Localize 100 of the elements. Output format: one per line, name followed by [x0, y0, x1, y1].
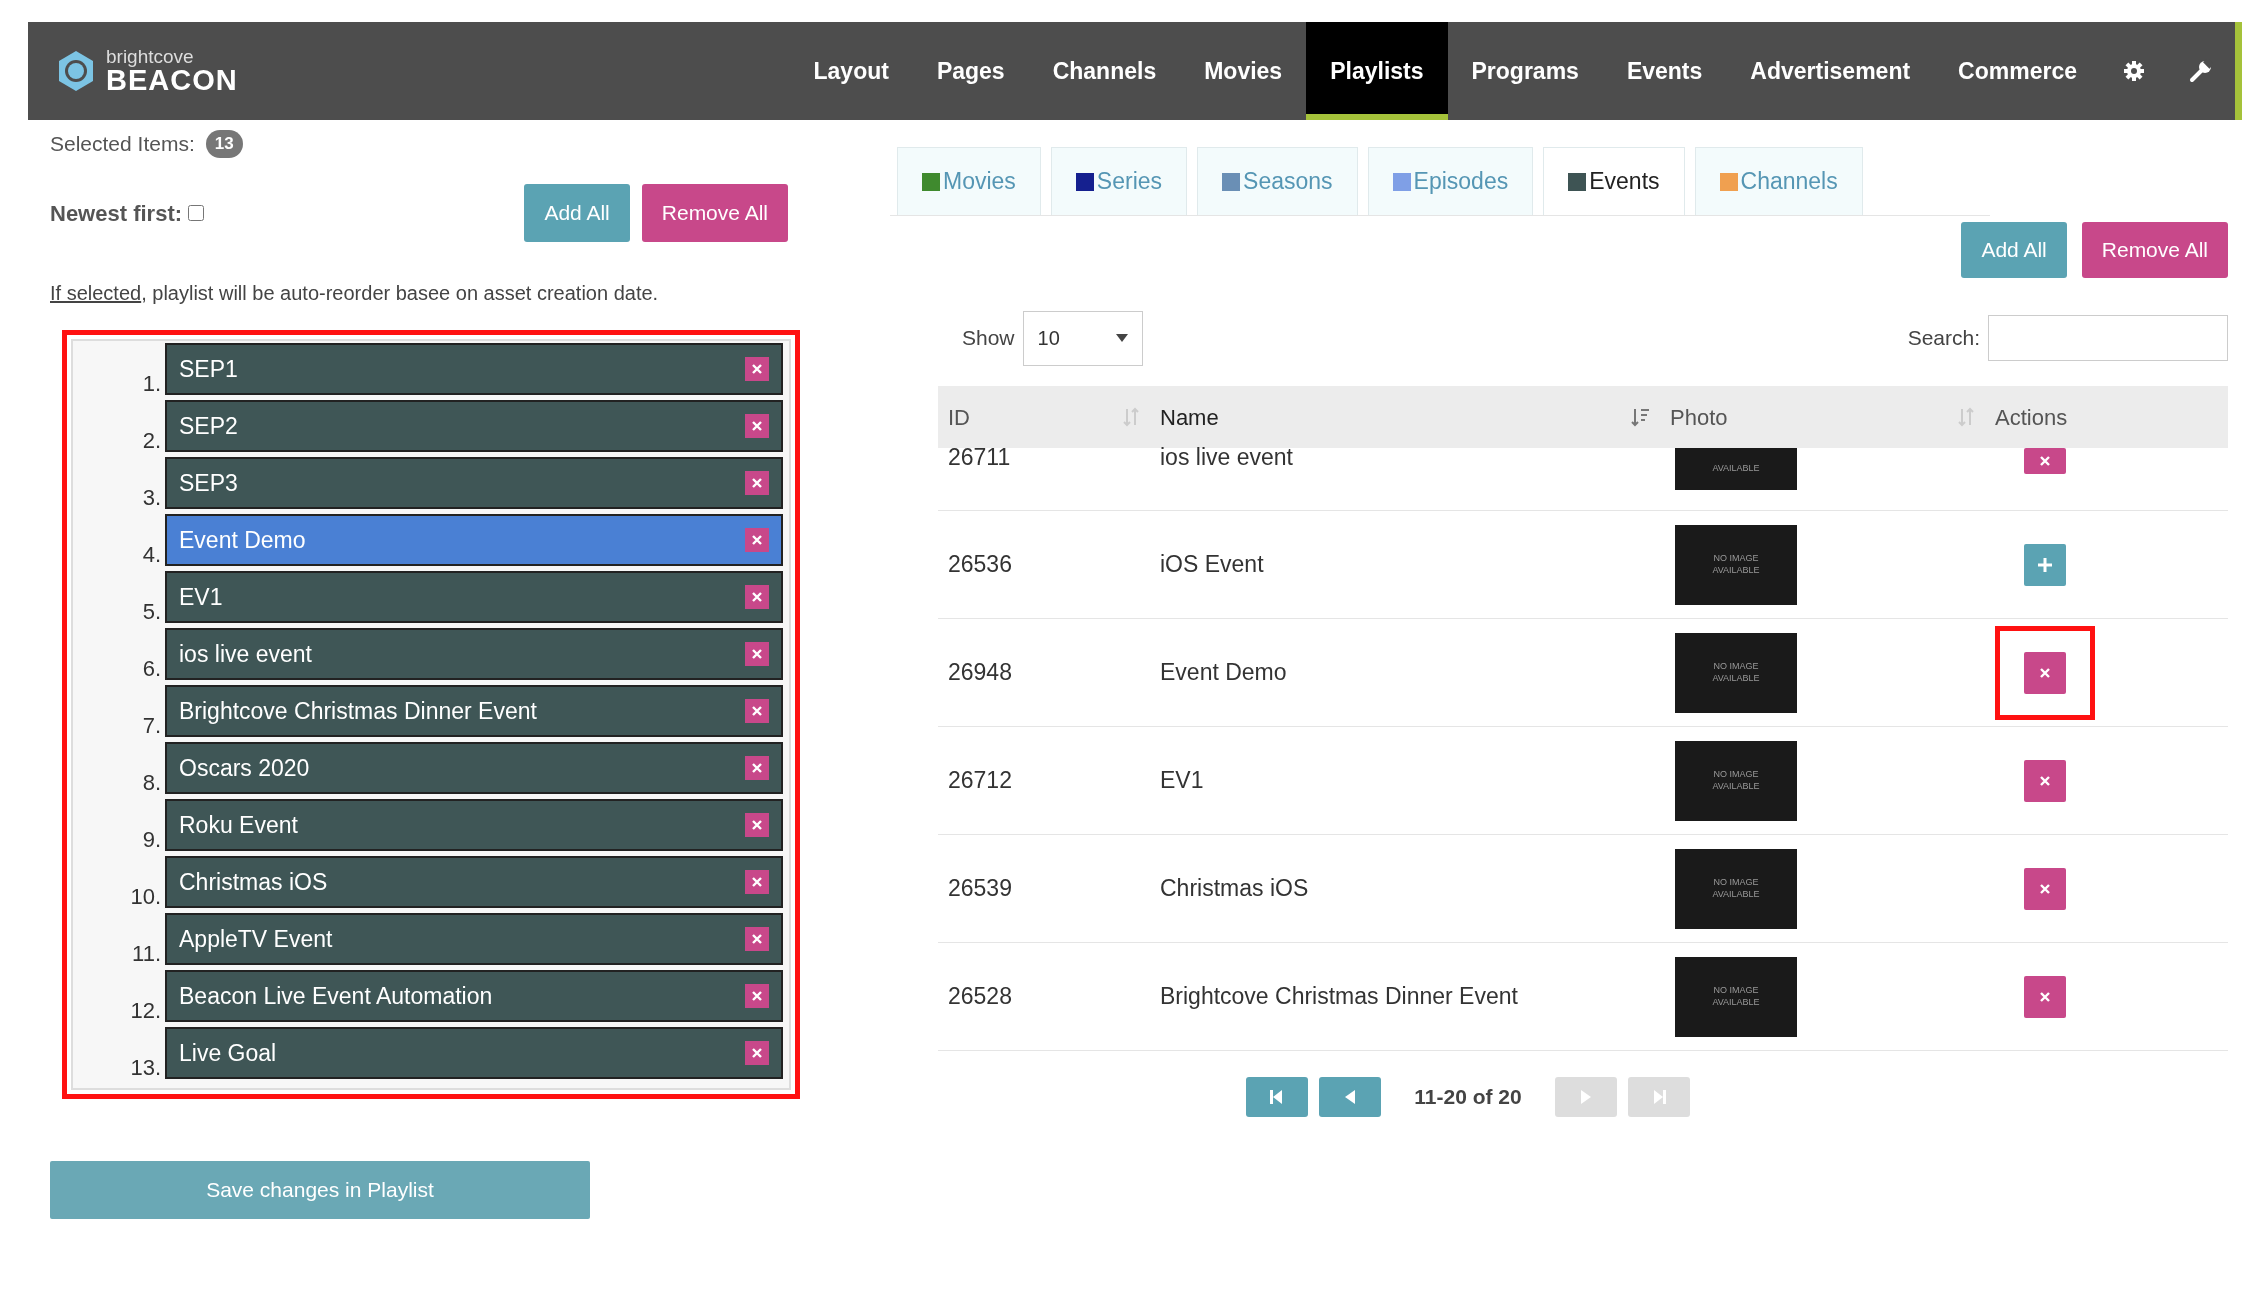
remove-item-button[interactable]: [745, 870, 769, 894]
close-icon: [2039, 455, 2051, 467]
playlist-item[interactable]: EV1: [165, 571, 783, 623]
name-cell: ios live event: [1160, 446, 1293, 469]
if-selected-link[interactable]: If selected: [50, 282, 142, 304]
newest-first-checkbox[interactable]: [188, 205, 205, 221]
item-number: 2.: [141, 430, 162, 452]
item-number: 5.: [141, 601, 162, 623]
brand-name: BEACON: [106, 66, 238, 95]
playlist-item[interactable]: Brightcove Christmas Dinner Event: [165, 685, 783, 737]
close-icon: [2039, 666, 2051, 679]
item-title: Oscars 2020: [179, 753, 310, 783]
prev-page-button[interactable]: [1319, 1077, 1382, 1117]
nav-link[interactable]: Commerce: [1934, 22, 2101, 120]
remove-item-button[interactable]: [745, 357, 769, 381]
no-image-text: NO IMAGE AVAILABLE: [1711, 984, 1761, 1009]
id-cell: 26711: [948, 446, 1011, 469]
remove-button[interactable]: [2024, 759, 2066, 802]
item-number: 4.: [141, 544, 162, 566]
add-button[interactable]: [2024, 543, 2066, 586]
playlist-item[interactable]: Live Goal: [165, 1027, 783, 1079]
close-icon: [751, 876, 763, 888]
remove-item-button[interactable]: [745, 756, 769, 780]
remove-all-button[interactable]: Remove All: [2081, 222, 2228, 278]
item-number: 1.: [141, 373, 162, 395]
item-title: Brightcove Christmas Dinner Event: [179, 696, 537, 726]
remove-item-button[interactable]: [745, 414, 769, 438]
column-header[interactable]: ID: [938, 400, 1150, 434]
playlist-item[interactable]: Event Demo: [165, 514, 783, 566]
remove-item-button[interactable]: [745, 927, 769, 951]
playlist-item[interactable]: SEP3: [165, 457, 783, 509]
close-icon: [751, 534, 763, 546]
remove-button[interactable]: [2024, 975, 2066, 1018]
remove-item-button[interactable]: [745, 642, 769, 666]
nav-link[interactable]: Channels: [1028, 22, 1181, 120]
nav-link[interactable]: Pages: [912, 22, 1029, 120]
nav-link[interactable]: Movies: [1180, 22, 1307, 120]
selected-items-label: Selected Items:: [50, 131, 195, 158]
playlist-item[interactable]: AppleTV Event: [165, 913, 783, 965]
playlist-item[interactable]: Beacon Live Event Automation: [165, 970, 783, 1022]
search-label: Search:: [1907, 325, 1980, 352]
item-number: 6.: [141, 658, 162, 680]
item-number: 12.: [129, 1000, 162, 1022]
close-icon: [751, 819, 763, 831]
no-image-text: NO IMAGE AVAILABLE: [1711, 876, 1761, 901]
nav-link[interactable]: Layout: [789, 22, 913, 120]
close-icon: [751, 648, 763, 660]
playlist-item[interactable]: ios live event: [165, 628, 783, 680]
item-title: Christmas iOS: [179, 867, 328, 897]
tab[interactable]: Events: [1543, 147, 1685, 215]
search-field[interactable]: [1988, 315, 2228, 361]
item-number: 7.: [141, 715, 162, 737]
brand-subtitle: brightcove: [106, 47, 195, 66]
playlist-item[interactable]: Christmas iOS: [165, 856, 783, 908]
item-title: EV1: [179, 582, 223, 612]
remove-item-button[interactable]: [745, 1041, 769, 1065]
name-cell-text: iOS Event: [1160, 550, 1264, 580]
item-number: 3.: [141, 487, 162, 509]
remove-button[interactable]: [2024, 448, 2066, 474]
item-title: Beacon Live Event Automation: [179, 981, 493, 1011]
id-cell-text: 26948: [948, 658, 1012, 688]
playlist-item[interactable]: SEP1: [165, 343, 783, 395]
column-header[interactable]: Photo: [1660, 400, 1985, 434]
nav-link[interactable]: Advertisement: [1726, 22, 1935, 120]
item-title: SEP2: [179, 411, 238, 441]
close-icon: [751, 477, 763, 489]
playlist-item[interactable]: SEP2: [165, 400, 783, 452]
nav-link[interactable]: Programs: [1447, 22, 1603, 120]
remove-item-button[interactable]: [745, 585, 769, 609]
remove-item-button[interactable]: [745, 699, 769, 723]
remove-item-button[interactable]: [745, 984, 769, 1008]
remove-button[interactable]: [2024, 867, 2066, 910]
close-icon: [751, 990, 763, 1002]
playlist-item[interactable]: Roku Event: [165, 799, 783, 851]
item-title: SEP1: [179, 354, 238, 384]
page-size-select[interactable]: 10: [1022, 310, 1143, 366]
nav-link[interactable]: Events: [1602, 22, 1727, 120]
remove-item-button[interactable]: [745, 813, 769, 837]
close-icon: [751, 420, 763, 432]
item-title: SEP3: [179, 468, 238, 498]
column-header[interactable]: Actions: [1985, 400, 2228, 434]
column-header[interactable]: Name: [1150, 400, 1660, 434]
no-image-text: AVAILABLE: [1712, 463, 1760, 475]
remove-all-button[interactable]: Remove All: [641, 184, 788, 242]
playlist-item[interactable]: Oscars 2020: [165, 742, 783, 794]
close-icon: [2039, 774, 2051, 787]
id-cell-text: 26528: [948, 982, 1012, 1012]
nav-link[interactable]: Playlists: [1306, 22, 1448, 120]
id-cell-text: 26712: [948, 766, 1012, 796]
no-image-text: NO IMAGE AVAILABLE: [1711, 768, 1761, 793]
plus-icon: [2037, 556, 2053, 573]
remove-item-button[interactable]: [745, 528, 769, 552]
remove-item-button[interactable]: [745, 471, 769, 495]
item-number: 10.: [129, 886, 162, 908]
item-title: AppleTV Event: [179, 924, 333, 954]
first-page-button[interactable]: [1246, 1077, 1309, 1117]
name-cell-text: Christmas iOS: [1160, 874, 1309, 904]
no-image-text: NO IMAGE AVAILABLE: [1711, 660, 1761, 685]
item-number: 8.: [141, 772, 162, 794]
remove-button[interactable]: [2024, 651, 2066, 694]
